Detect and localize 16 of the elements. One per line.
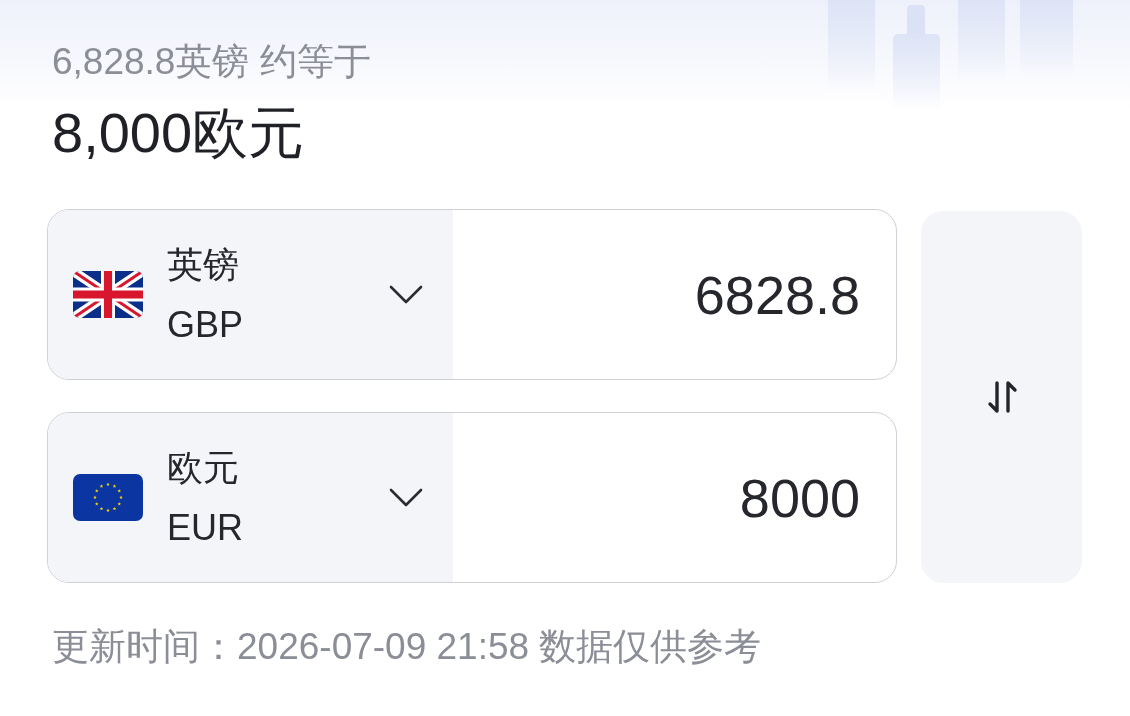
chevron-down-icon — [389, 487, 423, 508]
currency-code: EUR — [167, 506, 243, 549]
conversion-subtitle: 6,828.8英镑 约等于 — [52, 40, 371, 84]
currency-code: GBP — [167, 303, 244, 346]
union-jack-flag-icon — [73, 271, 143, 318]
amount-input[interactable]: 6828.8 — [453, 210, 896, 379]
eu-flag-icon — [73, 474, 143, 521]
currency-selector[interactable]: 英镑 GBP — [48, 210, 453, 379]
currency-selector[interactable]: 欧元 EUR — [48, 413, 453, 582]
conversion-result: 8,000欧元 — [52, 100, 306, 166]
update-time-note: 更新时间：2026-07-09 21:58 数据仅供参考 — [52, 625, 762, 669]
chevron-down-icon — [389, 284, 423, 305]
amount-input[interactable]: 8000 — [453, 413, 896, 582]
swap-button[interactable] — [921, 211, 1082, 583]
currency-name: 英镑 — [167, 243, 240, 286]
currency-name: 欧元 — [167, 446, 240, 489]
